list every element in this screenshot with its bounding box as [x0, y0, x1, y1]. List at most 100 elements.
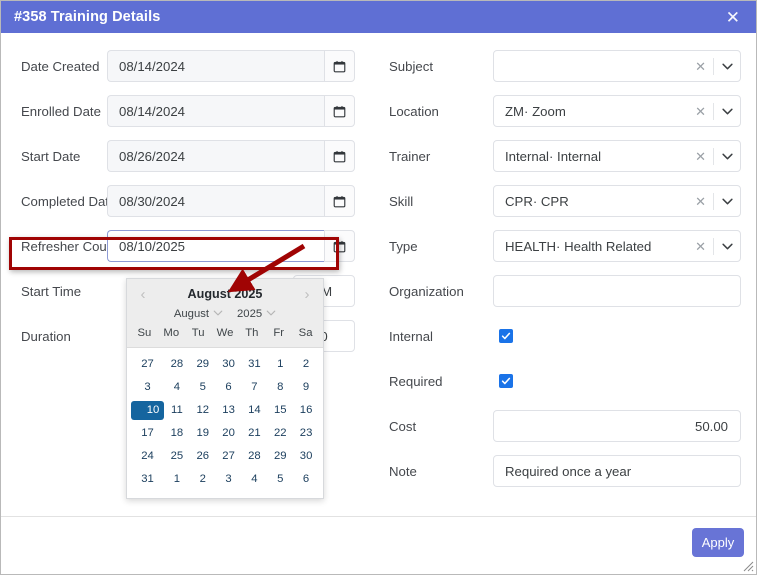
- clear-icon[interactable]: ✕: [691, 105, 713, 118]
- refresher-course-input[interactable]: 08/10/2025: [107, 230, 324, 262]
- calendar-day[interactable]: 4: [164, 378, 190, 397]
- calendar-day[interactable]: 13: [216, 401, 242, 420]
- clear-icon[interactable]: ✕: [691, 240, 713, 253]
- skill-select[interactable]: CPR· CPR ✕: [493, 185, 741, 217]
- datepicker-subnav: August 2025: [127, 304, 323, 323]
- calendar-day[interactable]: 27: [131, 355, 164, 374]
- calendar-day[interactable]: 31: [131, 470, 164, 489]
- calendar-day[interactable]: 25: [164, 447, 190, 466]
- label-skill: Skill: [389, 193, 414, 209]
- start-date-control[interactable]: 08/26/2024: [107, 140, 355, 172]
- trainer-select[interactable]: Internal· Internal ✕: [493, 140, 741, 172]
- close-icon[interactable]: ✕: [722, 7, 744, 28]
- calendar-day[interactable]: 27: [216, 447, 242, 466]
- label-required: Required: [389, 373, 443, 389]
- weekday-label: Sa: [298, 327, 313, 339]
- calendar-day[interactable]: 2: [293, 355, 319, 374]
- calendar-day[interactable]: 6: [293, 470, 319, 489]
- refresher-course-control[interactable]: 08/10/2025: [107, 230, 355, 262]
- calendar-day[interactable]: 26: [190, 447, 216, 466]
- start-date-input[interactable]: 08/26/2024: [107, 140, 324, 172]
- calendar-day[interactable]: 28: [164, 355, 190, 374]
- completed-date-control[interactable]: 08/30/2024: [107, 185, 355, 217]
- calendar-day[interactable]: 8: [267, 378, 293, 397]
- calendar-day[interactable]: 3: [131, 378, 164, 397]
- enrolled-date-input[interactable]: 08/14/2024: [107, 95, 324, 127]
- date-created-input[interactable]: 08/14/2024: [107, 50, 324, 82]
- chevron-down-icon[interactable]: [714, 108, 740, 115]
- calendar-day[interactable]: 4: [242, 470, 268, 489]
- apply-button[interactable]: Apply: [692, 528, 744, 557]
- required-checkbox[interactable]: [499, 374, 513, 388]
- field-completed-date: Completed Date 08/30/2024: [1, 178, 381, 224]
- field-cost: Cost 50.00: [381, 403, 756, 449]
- calendar-day[interactable]: 14: [242, 401, 268, 420]
- field-trainer: Trainer Internal· Internal ✕: [381, 133, 756, 179]
- calendar-day[interactable]: 2: [190, 470, 216, 489]
- calendar-day[interactable]: 7: [242, 378, 268, 397]
- cost-input[interactable]: 50.00: [493, 410, 741, 442]
- calendar-day[interactable]: 16: [293, 401, 319, 420]
- clear-icon[interactable]: ✕: [691, 60, 713, 73]
- calendar-icon[interactable]: [324, 50, 355, 82]
- field-required: Required: [381, 358, 756, 404]
- chevron-down-icon[interactable]: [266, 309, 276, 319]
- prev-month-icon[interactable]: ‹: [136, 287, 150, 302]
- chevron-down-icon[interactable]: [714, 63, 740, 70]
- calendar-day[interactable]: 12: [190, 401, 216, 420]
- calendar-day[interactable]: 9: [293, 378, 319, 397]
- calendar-day[interactable]: 28: [242, 447, 268, 466]
- completed-date-input[interactable]: 08/30/2024: [107, 185, 324, 217]
- calendar-icon[interactable]: [324, 140, 355, 172]
- calendar-day[interactable]: 18: [164, 424, 190, 443]
- calendar-day[interactable]: 30: [216, 355, 242, 374]
- type-select[interactable]: HEALTH· Health Related ✕: [493, 230, 741, 262]
- chevron-down-icon[interactable]: [714, 153, 740, 160]
- calendar-icon[interactable]: [324, 230, 355, 262]
- calendar-day[interactable]: 30: [293, 447, 319, 466]
- field-internal: Internal: [381, 313, 756, 359]
- calendar-icon[interactable]: [324, 185, 355, 217]
- calendar-day[interactable]: 29: [190, 355, 216, 374]
- month-dropdown[interactable]: August: [174, 308, 223, 320]
- calendar-day[interactable]: 5: [267, 470, 293, 489]
- calendar-day[interactable]: 29: [267, 447, 293, 466]
- training-details-dialog: #358 Training Details ✕ Date Created 08/…: [0, 0, 757, 575]
- label-internal: Internal: [389, 328, 433, 344]
- enrolled-date-control[interactable]: 08/14/2024: [107, 95, 355, 127]
- calendar-day[interactable]: 5: [190, 378, 216, 397]
- chevron-down-icon[interactable]: [714, 198, 740, 205]
- calendar-day-selected[interactable]: 10: [131, 401, 164, 420]
- clear-icon[interactable]: ✕: [691, 150, 713, 163]
- calendar-day[interactable]: 22: [267, 424, 293, 443]
- calendar-day[interactable]: 19: [190, 424, 216, 443]
- clear-icon[interactable]: ✕: [691, 195, 713, 208]
- note-input[interactable]: Required once a year: [493, 455, 741, 487]
- calendar-day[interactable]: 6: [216, 378, 242, 397]
- chevron-down-icon[interactable]: [714, 243, 740, 250]
- subject-select[interactable]: ✕: [493, 50, 741, 82]
- calendar-day[interactable]: 23: [293, 424, 319, 443]
- label-refresher-course: Refresher Course: [21, 238, 126, 254]
- chevron-down-icon[interactable]: [213, 309, 223, 319]
- date-created-control[interactable]: 08/14/2024: [107, 50, 355, 82]
- calendar-day[interactable]: 31: [242, 355, 268, 374]
- calendar-day[interactable]: 1: [267, 355, 293, 374]
- calendar-day[interactable]: 17: [131, 424, 164, 443]
- calendar-day[interactable]: 15: [267, 401, 293, 420]
- resize-handle[interactable]: [743, 561, 754, 572]
- location-select[interactable]: ZM· Zoom ✕: [493, 95, 741, 127]
- calendar-day[interactable]: 21: [242, 424, 268, 443]
- organization-input[interactable]: [493, 275, 741, 307]
- datepicker-popup[interactable]: ‹ August 2025 › August 2025 Su Mo Tu We …: [126, 278, 324, 499]
- calendar-day[interactable]: 20: [216, 424, 242, 443]
- calendar-icon[interactable]: [324, 95, 355, 127]
- calendar-day[interactable]: 11: [164, 401, 190, 420]
- calendar-day[interactable]: 1: [164, 470, 190, 489]
- calendar-day[interactable]: 3: [216, 470, 242, 489]
- next-month-icon[interactable]: ›: [300, 287, 314, 302]
- calendar-day[interactable]: 24: [131, 447, 164, 466]
- internal-checkbox[interactable]: [499, 329, 513, 343]
- year-dropdown[interactable]: 2025: [237, 308, 276, 320]
- datepicker-day-grid[interactable]: 27 28 29 30 31 1 2 3 4 5 6 7 8 9 10 11 12 13 14 15 16 17 18 19 2…: [127, 348, 323, 498]
